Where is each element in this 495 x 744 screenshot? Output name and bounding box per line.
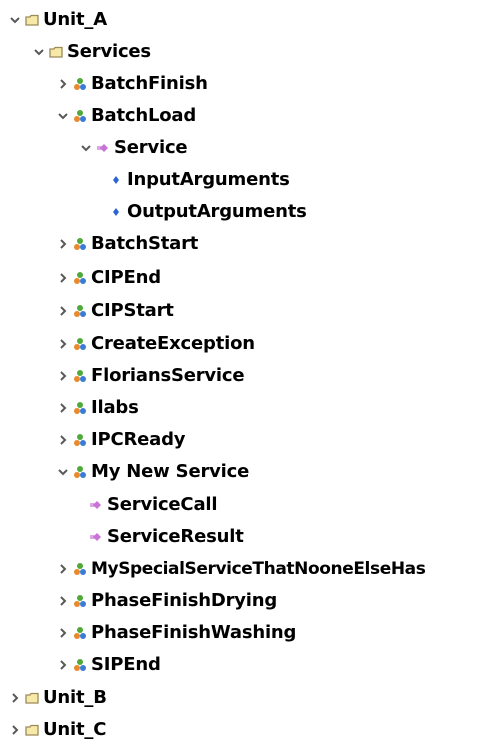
tree-node-label: CIPStart	[91, 300, 174, 321]
tree-node-label: BatchLoad	[91, 105, 197, 126]
tree-node-output-arguments[interactable]: OutputArguments	[92, 198, 307, 226]
chevron-right-icon[interactable]	[56, 271, 70, 285]
chevron-right-icon[interactable]	[8, 691, 22, 705]
method-icon	[89, 530, 103, 544]
method-icon	[89, 498, 103, 512]
tree-node-sip-end[interactable]: SIPEnd	[56, 651, 161, 679]
tree-node-florians-service[interactable]: FloriansService	[56, 362, 245, 390]
tree-node-my-new-service[interactable]: My New Service	[56, 458, 249, 486]
tree-node-label: Services	[67, 41, 151, 62]
argument-icon	[109, 173, 123, 187]
folder-icon	[49, 45, 63, 59]
service-group-icon	[73, 401, 87, 415]
tree-node-label: IPCReady	[91, 429, 186, 450]
tree-node-label: Unit_C	[43, 719, 107, 740]
service-group-icon	[73, 369, 87, 383]
tree-node-input-arguments[interactable]: InputArguments	[92, 166, 290, 194]
tree-node-label: FloriansService	[91, 365, 245, 386]
tree-node-label: InputArguments	[127, 169, 290, 190]
tree-node-phase-finish-drying[interactable]: PhaseFinishDrying	[56, 587, 277, 615]
tree-node-label: Service	[114, 137, 188, 158]
tree-node-label: Unit_B	[43, 687, 107, 708]
tree-node-label: BatchStart	[91, 233, 199, 254]
tree-node-ilabs[interactable]: Ilabs	[56, 394, 139, 422]
chevron-down-icon[interactable]	[79, 141, 93, 155]
argument-icon	[109, 205, 123, 219]
chevron-right-icon[interactable]	[56, 658, 70, 672]
service-group-icon	[73, 271, 87, 285]
tree-node-unit-c[interactable]: Unit_C	[8, 716, 106, 744]
service-group-icon	[73, 626, 87, 640]
tree-node-label: Unit_A	[43, 9, 107, 30]
tree-node-batch-finish[interactable]: BatchFinish	[56, 70, 208, 98]
service-group-icon	[73, 77, 87, 91]
tree-node-phase-finish-washing[interactable]: PhaseFinishWashing	[56, 619, 296, 647]
tree-node-batch-load[interactable]: BatchLoad	[56, 102, 196, 130]
tree-node-label: CreateException	[91, 333, 255, 354]
folder-icon	[25, 691, 39, 705]
tree-node-cip-end[interactable]: CIPEnd	[56, 264, 161, 292]
tree-node-cip-start[interactable]: CIPStart	[56, 297, 174, 325]
service-group-icon	[73, 562, 87, 576]
chevron-right-icon[interactable]	[8, 723, 22, 737]
tree-node-ipc-ready[interactable]: IPCReady	[56, 426, 186, 454]
tree-node-service[interactable]: Service	[79, 134, 188, 162]
tree-node-label: OutputArguments	[127, 201, 307, 222]
tree-node-label: BatchFinish	[91, 73, 208, 94]
tree-node-label: PhaseFinishDrying	[91, 590, 278, 611]
chevron-right-icon[interactable]	[56, 237, 70, 251]
chevron-right-icon[interactable]	[56, 562, 70, 576]
service-group-icon	[73, 237, 87, 251]
service-group-icon	[73, 109, 87, 123]
tree-node-batch-start[interactable]: BatchStart	[56, 230, 198, 258]
method-icon	[96, 141, 110, 155]
folder-icon	[25, 13, 39, 27]
chevron-down-icon[interactable]	[8, 13, 22, 27]
service-group-icon	[73, 594, 87, 608]
chevron-right-icon[interactable]	[56, 594, 70, 608]
service-group-icon	[73, 658, 87, 672]
chevron-right-icon[interactable]	[56, 433, 70, 447]
chevron-right-icon[interactable]	[56, 77, 70, 91]
chevron-right-icon[interactable]	[56, 304, 70, 318]
service-group-icon	[73, 465, 87, 479]
tree-node-my-special-service[interactable]: MySpecialServiceThatNooneElseHas	[56, 555, 426, 583]
chevron-down-icon[interactable]	[56, 109, 70, 123]
chevron-right-icon[interactable]	[56, 337, 70, 351]
tree-node-label: ServiceResult	[107, 526, 244, 547]
service-group-icon	[73, 304, 87, 318]
chevron-right-icon[interactable]	[56, 626, 70, 640]
tree-node-label: SIPEnd	[91, 654, 161, 675]
chevron-right-icon[interactable]	[56, 369, 70, 383]
service-group-icon	[73, 433, 87, 447]
tree-node-create-exception[interactable]: CreateException	[56, 330, 255, 358]
chevron-down-icon[interactable]	[32, 45, 46, 59]
tree-node-label: ServiceCall	[107, 494, 218, 515]
tree-node-label: My New Service	[91, 461, 250, 482]
tree-node-label: CIPEnd	[91, 267, 161, 288]
tree-node-label: Ilabs	[91, 397, 139, 418]
tree-node-service-result[interactable]: ServiceResult	[89, 523, 244, 551]
service-group-icon	[73, 337, 87, 351]
tree-node-label: PhaseFinishWashing	[91, 622, 297, 643]
tree-node-label: MySpecialServiceThatNooneElseHas	[91, 559, 426, 579]
tree-node-service-call[interactable]: ServiceCall	[89, 491, 218, 519]
tree-node-services[interactable]: Services	[32, 38, 151, 66]
chevron-right-icon[interactable]	[56, 401, 70, 415]
chevron-down-icon[interactable]	[56, 465, 70, 479]
folder-icon	[25, 723, 39, 737]
tree-node-unit-b[interactable]: Unit_B	[8, 684, 107, 712]
tree-node-unit-a[interactable]: Unit_A	[8, 6, 107, 34]
